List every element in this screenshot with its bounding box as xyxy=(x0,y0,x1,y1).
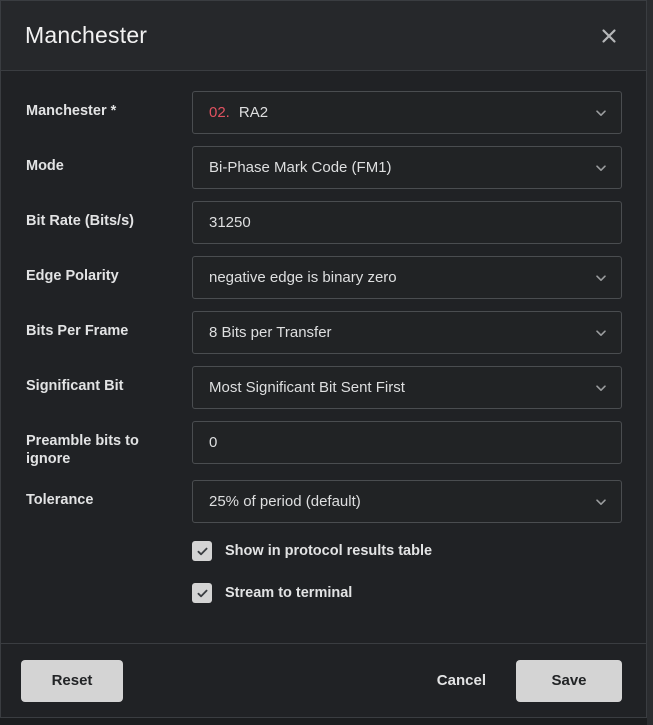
input-preamble-bits-to-ignore[interactable]: 0 xyxy=(192,421,622,464)
label-bits-per-frame: Bits Per Frame xyxy=(26,323,129,339)
value-bit-rate: 31250 xyxy=(209,214,251,231)
select-tolerance[interactable]: 25% of period (default) xyxy=(192,480,622,523)
chevron-down-icon[interactable] xyxy=(593,325,609,341)
select-significant-bit[interactable]: Most Significant Bit Sent First xyxy=(192,366,622,409)
value-tolerance: 25% of period (default) xyxy=(209,493,361,510)
form-row-significant-bit: Significant Bit Most Significant Bit Sent… xyxy=(1,366,646,409)
value-edge-polarity: negative edge is binary zero xyxy=(209,269,397,286)
select-bits-per-frame[interactable]: 8 Bits per Transfer xyxy=(192,311,622,354)
label-mode: Mode xyxy=(26,158,64,174)
dialog-footer: Reset Cancel Save xyxy=(1,643,646,717)
dialog-body: Manchester * 02. RA2 Mode Bi-Phase Mark Code… xyxy=(1,71,646,643)
checkbox-row-stream-to-terminal[interactable]: Stream to terminal xyxy=(1,577,646,609)
input-bit-rate[interactable]: 31250 xyxy=(192,201,622,244)
checkbox-group: Show in protocol results table Stream to … xyxy=(1,535,646,609)
label-preamble-bits-to-ignore: Preamble bits to ignore xyxy=(26,433,139,467)
chevron-down-icon[interactable] xyxy=(593,494,609,510)
chevron-down-icon[interactable] xyxy=(593,270,609,286)
chevron-down-icon[interactable] xyxy=(593,105,609,121)
label-edge-polarity: Edge Polarity xyxy=(26,268,119,284)
form-row-mode: Mode Bi-Phase Mark Code (FM1) xyxy=(1,146,646,189)
value-preamble-bits-to-ignore: 0 xyxy=(209,434,218,451)
dialog-header: Manchester xyxy=(1,1,646,71)
cancel-button[interactable]: Cancel xyxy=(421,660,502,702)
form-row-bit-rate: Bit Rate (Bits/s) 31250 xyxy=(1,201,646,244)
chevron-down-icon[interactable] xyxy=(593,380,609,396)
background-app-edge xyxy=(647,0,653,725)
checkbox-stream-to-terminal[interactable] xyxy=(192,583,212,603)
checkbox-label-stream-to-terminal: Stream to terminal xyxy=(225,585,353,601)
label-bit-rate: Bit Rate (Bits/s) xyxy=(26,213,134,229)
value-bits-per-frame: 8 Bits per Transfer xyxy=(209,324,332,341)
prefix-manchester-channel: 02. xyxy=(209,104,230,121)
label-tolerance: Tolerance xyxy=(26,492,94,508)
form-row-bits-per-frame: Bits Per Frame 8 Bits per Transfer xyxy=(1,311,646,354)
dialog-title: Manchester xyxy=(25,22,148,48)
label-manchester-channel: Manchester * xyxy=(26,103,117,119)
select-edge-polarity[interactable]: negative edge is binary zero xyxy=(192,256,622,299)
form-row-edge-polarity: Edge Polarity negative edge is binary zer… xyxy=(1,256,646,299)
form-row-manchester-channel: Manchester * 02. RA2 xyxy=(1,91,646,134)
checkbox-show-in-protocol-results-table[interactable] xyxy=(192,541,212,561)
value-mode: Bi-Phase Mark Code (FM1) xyxy=(209,159,392,176)
select-mode[interactable]: Bi-Phase Mark Code (FM1) xyxy=(192,146,622,189)
reset-button[interactable]: Reset xyxy=(21,659,123,702)
checkbox-row-show-in-protocol-results-table[interactable]: Show in protocol results table xyxy=(1,535,646,567)
manchester-settings-dialog: Manchester Manchester * 02. RA2 Mode Bi-Phas… xyxy=(0,0,647,718)
close-icon[interactable] xyxy=(592,19,626,53)
form-row-tolerance: Tolerance 25% of period (default) xyxy=(1,480,646,523)
select-manchester-channel[interactable]: 02. RA2 xyxy=(192,91,622,134)
chevron-down-icon[interactable] xyxy=(593,160,609,176)
value-manchester-channel: RA2 xyxy=(238,104,269,121)
label-significant-bit: Significant Bit xyxy=(26,378,124,394)
value-significant-bit: Most Significant Bit Sent First xyxy=(209,379,405,396)
save-button[interactable]: Save xyxy=(516,659,622,702)
form-row-preamble-bits-to-ignore: Preamble bits to ignore 0 xyxy=(1,421,646,468)
settings-form: Manchester * 02. RA2 Mode Bi-Phase Mark Code… xyxy=(1,91,646,523)
checkbox-label-show-in-protocol-results-table: Show in protocol results table xyxy=(225,543,433,559)
